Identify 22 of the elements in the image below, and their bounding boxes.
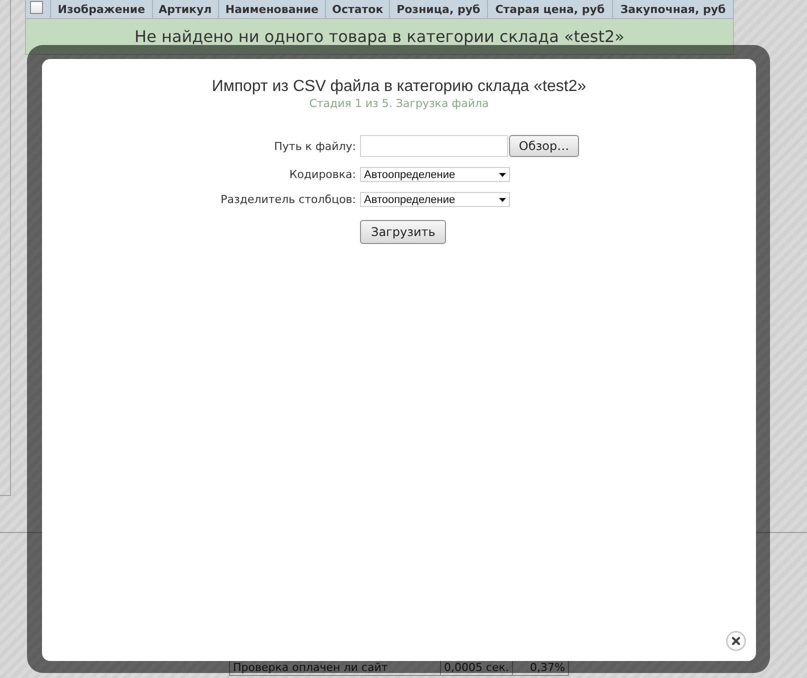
file-path-field[interactable] xyxy=(360,135,508,157)
column-header[interactable]: Изображение xyxy=(50,0,152,18)
field-label: Путь к файлу: xyxy=(273,140,356,152)
column-header[interactable]: Наименование xyxy=(218,0,326,18)
column-header[interactable]: Старая цена, руб xyxy=(487,0,613,18)
dropdown[interactable]: Автоопределение xyxy=(360,192,510,207)
field-label: Разделитель столбцов: xyxy=(220,193,356,206)
dialog-title: Импорт из CSV файла в категорию склада «test2» xyxy=(210,77,588,97)
column-header[interactable]: Розница, руб xyxy=(389,0,488,18)
upload-button[interactable]: Загрузить xyxy=(360,220,446,244)
caret-icon xyxy=(499,172,506,176)
dropdown[interactable]: Автоопределение xyxy=(360,167,510,182)
stage-subtitle: Стадия 1 из 5. Загрузка файла xyxy=(308,97,490,111)
close-icon[interactable] xyxy=(726,631,746,651)
column-header[interactable]: Закупочная, руб xyxy=(612,0,734,18)
empty-message: Не найдено ни одного товара в категории склада «test2» xyxy=(26,18,734,54)
browse-button[interactable]: Обзор… xyxy=(509,135,579,157)
field-label: Кодировка: xyxy=(288,168,356,181)
select-all-checkbox[interactable] xyxy=(30,1,43,14)
column-header[interactable]: Остаток xyxy=(326,0,390,18)
column-header[interactable]: Артикул xyxy=(152,0,218,18)
caret-icon xyxy=(499,198,506,202)
